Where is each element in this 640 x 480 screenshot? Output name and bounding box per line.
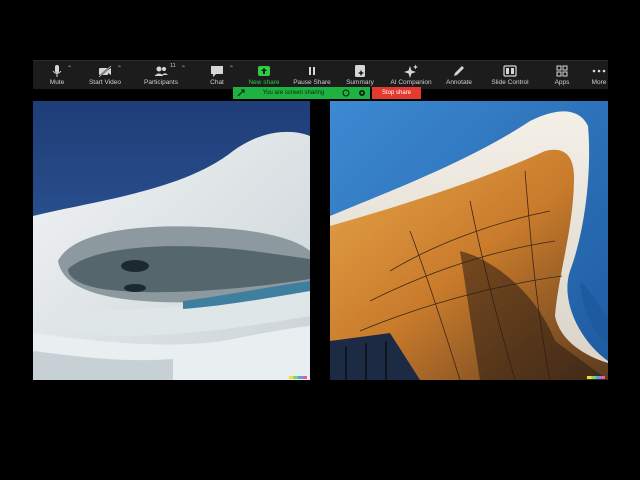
participant-count: 11 [170,63,176,69]
pause-icon [309,67,315,75]
color-strip-watermark [587,376,605,379]
mute-label: Mute [49,79,65,86]
summary-label: Summary [346,79,374,86]
summary-icon [355,65,365,77]
chat-button[interactable]: ⌃ Chat [205,61,234,89]
screen-sharing-message: You are screen sharing [262,90,325,96]
apps-label: Apps [554,79,570,86]
stop-share-button[interactable]: Stop share [372,87,421,99]
ai-companion-label: AI Companion [390,79,432,86]
screen-sharing-banner: You are screen sharing [233,87,370,99]
start-video-button[interactable]: ⌃ Start Video [85,61,125,89]
apps-button[interactable]: Apps [551,61,573,89]
slide-control-icon [503,65,517,77]
microphone-icon [52,65,62,77]
participants-label: Participants [144,79,178,86]
participants-button[interactable]: 11 ⌃ Participants [141,61,186,89]
chat-options-caret[interactable]: ⌃ [229,65,234,72]
security-icon[interactable] [358,89,366,97]
chat-icon [211,66,223,77]
chat-label: Chat [210,79,224,86]
summary-button[interactable]: Summary [345,61,375,89]
more-button[interactable]: More [591,61,607,89]
pause-share-label: Pause Share [293,79,331,86]
share-screen-icon [258,66,270,76]
sparkle-icon [404,64,418,78]
more-label: More [591,79,607,86]
orange-architecture-image [330,101,608,380]
video-off-icon [98,65,112,78]
annotate-label: Annotate [445,79,473,86]
ai-companion-button[interactable]: AI Companion [390,61,432,89]
participants-icon [154,66,168,76]
annotate-button[interactable]: Annotate [443,61,475,89]
shared-image-right [330,101,608,380]
stop-share-label: Stop share [381,90,412,96]
more-icon [592,69,606,73]
participants-options-caret[interactable]: ⌃ [181,65,186,72]
white-architecture-image [33,101,310,380]
shield-icon[interactable] [342,89,350,97]
apps-icon [556,65,568,77]
shared-image-left [33,101,310,380]
video-options-caret[interactable]: ⌃ [117,65,122,72]
slide-control-label: Slide Control [491,79,529,86]
meeting-toolbar: ⌃ Mute ⌃ Start Video 11 ⌃ Participants ⌃… [33,60,608,89]
start-video-label: Start Video [88,79,122,86]
signal-icon [237,89,245,97]
slide-control-button[interactable]: Slide Control [490,61,530,89]
mute-button[interactable]: ⌃ Mute [43,61,72,89]
new-share-label: New share [248,79,280,86]
mute-options-caret[interactable]: ⌃ [67,65,72,72]
new-share-button[interactable]: New share [247,61,281,89]
pause-share-button[interactable]: Pause Share [292,61,332,89]
color-strip-watermark [289,376,307,379]
pencil-icon [454,66,464,76]
